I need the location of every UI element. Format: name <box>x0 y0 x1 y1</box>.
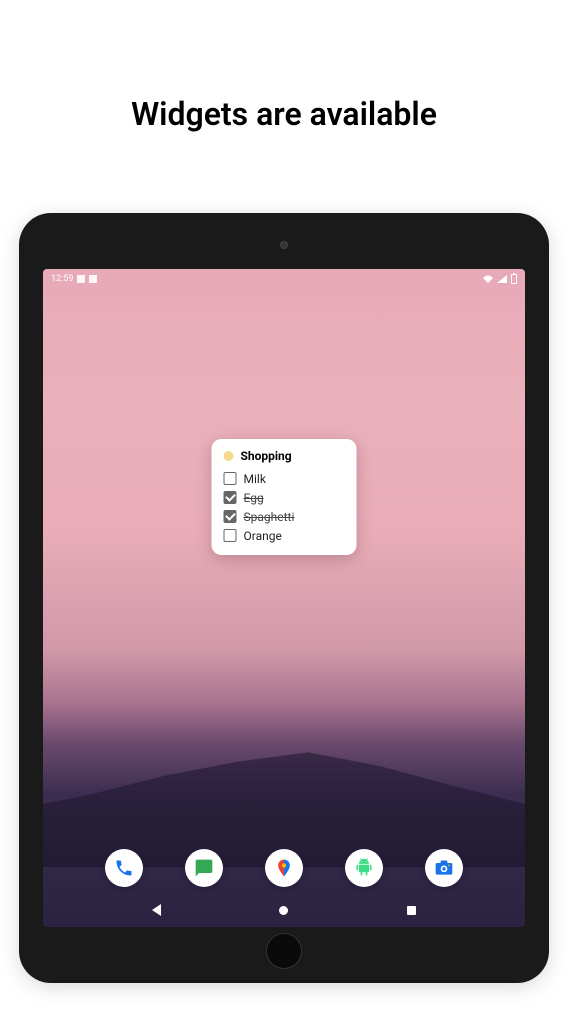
status-bar-left: 12:59 <box>51 274 97 284</box>
navigation-bar <box>43 893 525 927</box>
notification-icon <box>89 275 97 283</box>
widget-item[interactable]: Milk <box>224 469 345 488</box>
status-bar: 12:59 <box>43 269 525 289</box>
status-time: 12:59 <box>51 274 73 284</box>
widget-item[interactable]: Spaghetti <box>224 507 345 526</box>
checkbox-icon[interactable] <box>224 529 237 542</box>
nav-recent-icon[interactable] <box>407 906 416 915</box>
camera-app-icon[interactable] <box>425 849 463 887</box>
widget-item[interactable]: Orange <box>224 526 345 545</box>
shopping-list-widget[interactable]: Shopping Milk Egg Spaghetti Orange <box>212 439 357 555</box>
widget-header: Shopping <box>224 449 345 463</box>
status-bar-right <box>483 274 517 284</box>
tablet-frame: 12:59 Shopping Milk Egg Spaghetti Orange <box>19 213 549 983</box>
signal-icon <box>497 275 507 283</box>
tablet-camera <box>280 241 288 249</box>
widget-item-label: Egg <box>244 491 264 505</box>
app-dock <box>43 849 525 887</box>
page-title: Widgets are available <box>131 95 437 133</box>
nav-back-icon[interactable] <box>152 904 161 916</box>
tablet-home-button[interactable] <box>266 933 302 969</box>
notification-icon <box>77 275 85 283</box>
android-app-icon[interactable] <box>345 849 383 887</box>
battery-icon <box>511 274 517 284</box>
wallpaper-mountain <box>43 727 525 867</box>
wifi-icon <box>483 275 493 283</box>
nav-home-icon[interactable] <box>279 906 288 915</box>
widget-item-label: Spaghetti <box>244 510 295 524</box>
messages-app-icon[interactable] <box>185 849 223 887</box>
widget-item-label: Orange <box>244 529 282 543</box>
maps-app-icon[interactable] <box>265 849 303 887</box>
phone-app-icon[interactable] <box>105 849 143 887</box>
widget-color-dot-icon <box>224 451 234 461</box>
widget-title: Shopping <box>241 449 292 463</box>
checkbox-icon[interactable] <box>224 510 237 523</box>
tablet-screen[interactable]: 12:59 Shopping Milk Egg Spaghetti Orange <box>43 269 525 927</box>
checkbox-icon[interactable] <box>224 491 237 504</box>
widget-item[interactable]: Egg <box>224 488 345 507</box>
widget-item-label: Milk <box>244 472 266 486</box>
checkbox-icon[interactable] <box>224 472 237 485</box>
